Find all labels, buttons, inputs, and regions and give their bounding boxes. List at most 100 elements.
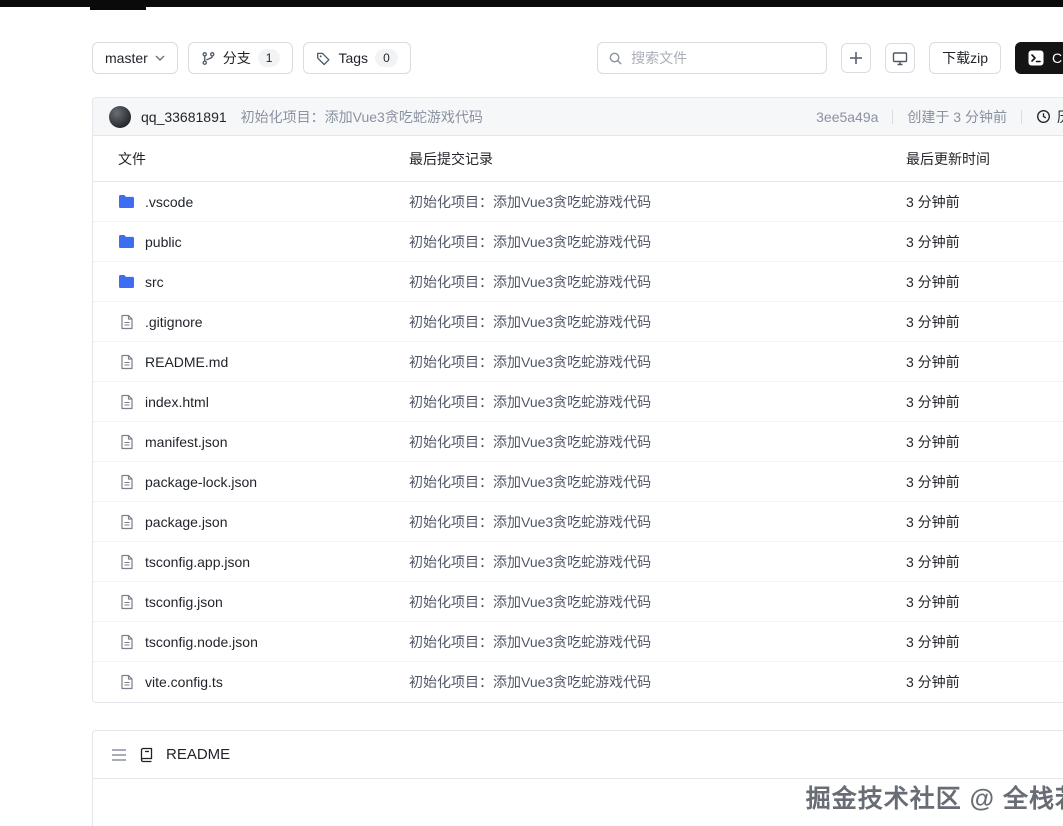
download-zip-button[interactable]: 下载zip — [929, 42, 1001, 74]
file-icon — [118, 634, 135, 650]
table-row[interactable]: manifest.json 初始化项目：添加Vue3贪吃蛇游戏代码 3 分钟前 — [93, 422, 1063, 462]
readme-body: 掘金技术社区 @ 全栈若城 — [93, 779, 1063, 826]
readme-card: README 掘金技术社区 @ 全栈若城 — [92, 730, 1063, 826]
file-cell: vite.config.ts — [93, 674, 409, 690]
file-name-link[interactable]: .vscode — [145, 194, 193, 210]
divider — [892, 109, 894, 124]
file-name-link[interactable]: vite.config.ts — [145, 674, 223, 690]
row-commit-message[interactable]: 初始化项目：添加Vue3贪吃蛇游戏代码 — [409, 592, 906, 612]
row-commit-message[interactable]: 初始化项目：添加Vue3贪吃蛇游戏代码 — [409, 512, 906, 532]
row-commit-message[interactable]: 初始化项目：添加Vue3贪吃蛇游戏代码 — [409, 392, 906, 412]
header-file: 文件 — [118, 150, 146, 167]
header-last-commit: 最后提交记录 — [409, 150, 493, 167]
file-cell: README.md — [93, 354, 409, 370]
row-commit-message[interactable]: 初始化项目：添加Vue3贪吃蛇游戏代码 — [409, 552, 906, 572]
file-name-link[interactable]: index.html — [145, 394, 209, 410]
readme-title: README — [166, 746, 231, 763]
row-commit-message[interactable]: 初始化项目：添加Vue3贪吃蛇游戏代码 — [409, 232, 906, 252]
file-cell: tsconfig.app.json — [93, 554, 409, 570]
folder-icon — [118, 234, 135, 249]
row-commit-message[interactable]: 初始化项目：添加Vue3贪吃蛇游戏代码 — [409, 672, 906, 692]
file-cell: tsconfig.json — [93, 594, 409, 610]
table-row[interactable]: tsconfig.app.json 初始化项目：添加Vue3贪吃蛇游戏代码 3 … — [93, 542, 1063, 582]
table-row[interactable]: src 初始化项目：添加Vue3贪吃蛇游戏代码 3 分钟前 — [93, 262, 1063, 302]
table-row[interactable]: index.html 初始化项目：添加Vue3贪吃蛇游戏代码 3 分钟前 — [93, 382, 1063, 422]
row-commit-message[interactable]: 初始化项目：添加Vue3贪吃蛇游戏代码 — [409, 632, 906, 652]
row-updated-time: 3 分钟前 — [906, 513, 960, 530]
file-name-link[interactable]: README.md — [145, 354, 228, 370]
branch-selector-label: master — [105, 50, 148, 66]
table-row[interactable]: README.md 初始化项目：添加Vue3贪吃蛇游戏代码 3 分钟前 — [93, 342, 1063, 382]
file-name-link[interactable]: src — [145, 274, 164, 290]
row-commit-message[interactable]: 初始化项目：添加Vue3贪吃蛇游戏代码 — [409, 312, 906, 332]
row-updated-time: 3 分钟前 — [906, 353, 960, 370]
table-row[interactable]: package.json 初始化项目：添加Vue3贪吃蛇游戏代码 3 分钟前 — [93, 502, 1063, 542]
add-file-button[interactable] — [841, 43, 872, 73]
top-nav-bar — [0, 0, 1063, 7]
file-name-link[interactable]: tsconfig.app.json — [145, 554, 250, 570]
file-name-link[interactable]: package-lock.json — [145, 474, 257, 490]
row-updated-time: 3 分钟前 — [906, 233, 960, 250]
table-row[interactable]: package-lock.json 初始化项目：添加Vue3贪吃蛇游戏代码 3 … — [93, 462, 1063, 502]
file-icon — [118, 554, 135, 570]
row-updated-time: 3 分钟前 — [906, 593, 960, 610]
file-name-link[interactable]: manifest.json — [145, 434, 227, 450]
file-cell: package-lock.json — [93, 474, 409, 490]
row-commit-message[interactable]: 初始化项目：添加Vue3贪吃蛇游戏代码 — [409, 272, 906, 292]
latest-commit-bar: qq_33681891 初始化项目：添加Vue3贪吃蛇游戏代码 3ee5a49a… — [93, 98, 1063, 136]
git-branch-icon — [201, 51, 216, 66]
table-row[interactable]: .gitignore 初始化项目：添加Vue3贪吃蛇游戏代码 3 分钟前 — [93, 302, 1063, 342]
clock-icon — [1036, 109, 1051, 124]
row-commit-message[interactable]: 初始化项目：添加Vue3贪吃蛇游戏代码 — [409, 432, 906, 452]
row-updated-time: 3 分钟前 — [906, 674, 960, 690]
row-updated-time: 3 分钟前 — [906, 273, 960, 290]
file-icon — [118, 474, 135, 490]
file-search-box[interactable] — [597, 42, 828, 74]
file-name-link[interactable]: .gitignore — [145, 314, 203, 330]
file-cell: public — [93, 234, 409, 250]
row-updated-time: 3 分钟前 — [906, 473, 960, 490]
table-row[interactable]: .vscode 初始化项目：添加Vue3贪吃蛇游戏代码 3 分钟前 — [93, 182, 1063, 222]
commit-meta: 3ee5a49a 创建于 3 分钟前 历史提交 — [816, 107, 1063, 127]
table-header-row: 文件 最后提交记录 最后更新时间 — [93, 136, 1063, 182]
table-row[interactable]: public 初始化项目：添加Vue3贪吃蛇游戏代码 3 分钟前 — [93, 222, 1063, 262]
history-commits-link[interactable]: 历史提交 — [1036, 107, 1063, 127]
author-avatar[interactable] — [109, 105, 131, 128]
clone-button-label: Clone — [1052, 50, 1063, 66]
readme-header: README — [93, 731, 1063, 779]
web-ide-button[interactable] — [885, 43, 916, 73]
branches-label: 分支 — [222, 50, 251, 66]
repo-toolbar: master 分支 1 Tags 0 搜索文件 下载zip C — [92, 42, 1063, 74]
tag-icon — [316, 51, 331, 66]
table-row[interactable]: tsconfig.node.json 初始化项目：添加Vue3贪吃蛇游戏代码 3… — [93, 622, 1063, 662]
file-list: .vscode 初始化项目：添加Vue3贪吃蛇游戏代码 3 分钟前 public — [93, 182, 1063, 702]
branch-selector[interactable]: master — [92, 42, 178, 74]
file-name-link[interactable]: tsconfig.json — [145, 594, 223, 610]
row-commit-message[interactable]: 初始化项目：添加Vue3贪吃蛇游戏代码 — [409, 472, 906, 492]
commit-created-time: 创建于 3 分钟前 — [907, 108, 1007, 125]
row-commit-message[interactable]: 初始化项目：添加Vue3贪吃蛇游戏代码 — [409, 352, 906, 372]
branches-button[interactable]: 分支 1 — [187, 42, 294, 74]
search-icon — [608, 51, 623, 66]
row-updated-time: 3 分钟前 — [906, 393, 960, 410]
monitor-icon — [892, 51, 908, 66]
file-icon — [118, 314, 135, 330]
commit-message[interactable]: 初始化项目：添加Vue3贪吃蛇游戏代码 — [241, 107, 483, 127]
file-cell: package.json — [93, 514, 409, 530]
commit-author[interactable]: qq_33681891 — [141, 109, 227, 125]
tags-button[interactable]: Tags 0 — [303, 42, 411, 74]
table-row[interactable]: tsconfig.json 初始化项目：添加Vue3贪吃蛇游戏代码 3 分钟前 — [93, 582, 1063, 622]
toolbar-right-group: 下载zip Clone — [597, 42, 1063, 74]
book-icon — [139, 747, 154, 763]
search-input[interactable] — [631, 50, 817, 66]
table-row[interactable]: vite.config.ts 初始化项目：添加Vue3贪吃蛇游戏代码 3 分钟前 — [93, 662, 1063, 702]
file-name-link[interactable]: package.json — [145, 514, 228, 530]
row-commit-message[interactable]: 初始化项目：添加Vue3贪吃蛇游戏代码 — [409, 192, 906, 212]
file-cell: manifest.json — [93, 434, 409, 450]
file-name-link[interactable]: public — [145, 234, 182, 250]
file-browser-card: qq_33681891 初始化项目：添加Vue3贪吃蛇游戏代码 3ee5a49a… — [92, 97, 1063, 703]
commit-hash[interactable]: 3ee5a49a — [816, 109, 878, 125]
file-name-link[interactable]: tsconfig.node.json — [145, 634, 258, 650]
outline-menu-icon[interactable] — [111, 748, 127, 762]
clone-button[interactable]: Clone — [1015, 42, 1063, 74]
